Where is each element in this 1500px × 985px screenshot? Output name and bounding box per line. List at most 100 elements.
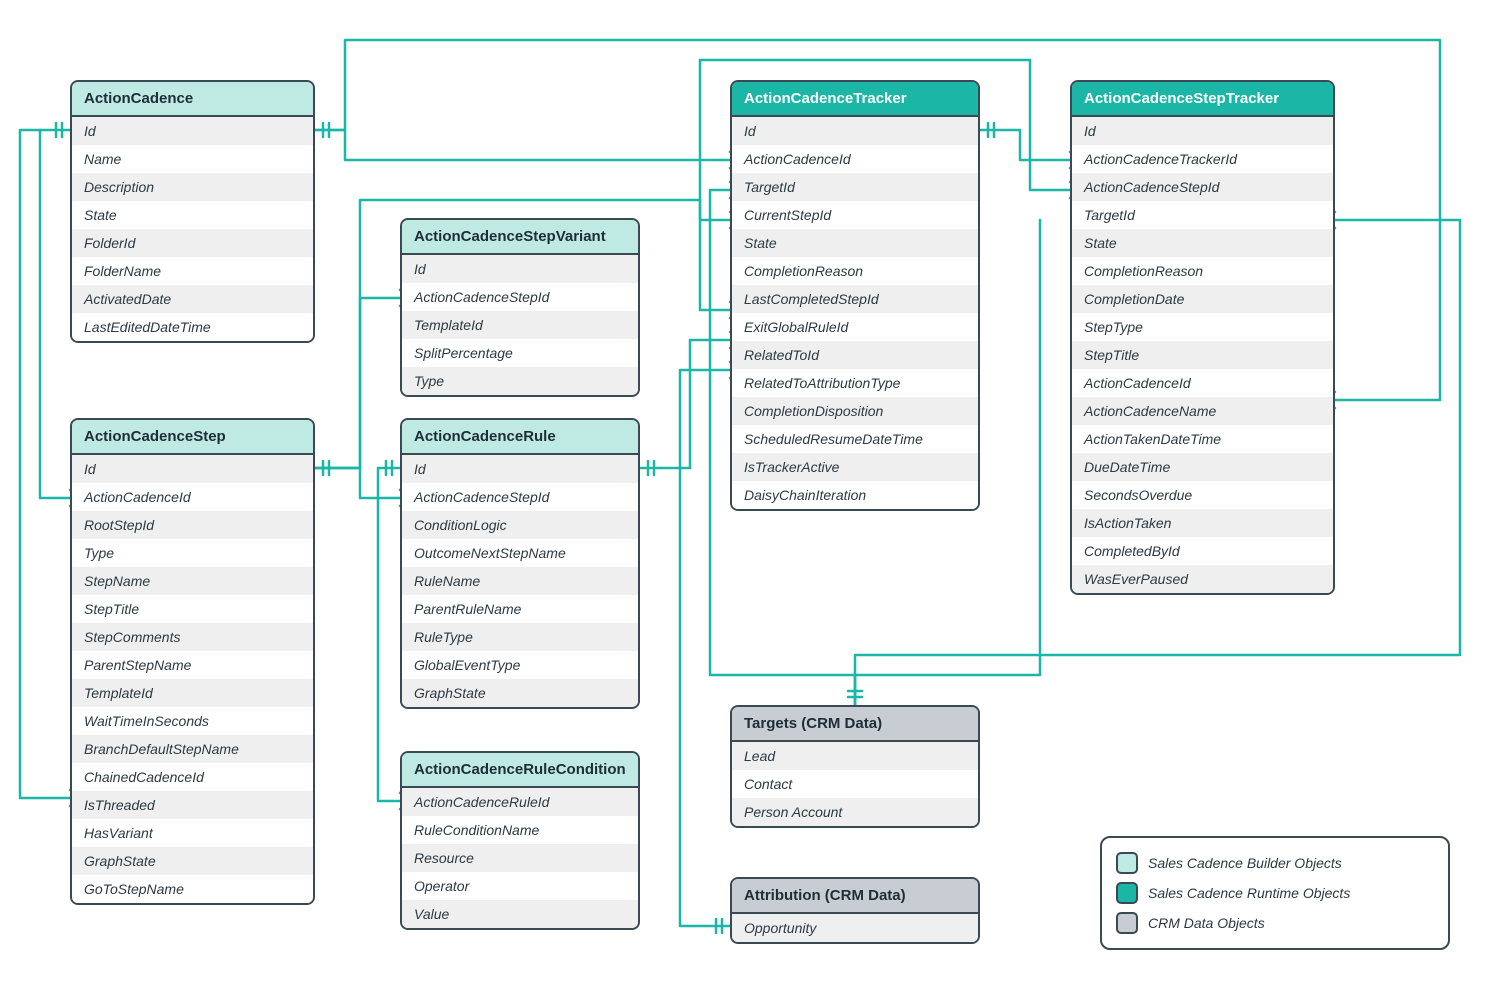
entity-field: StepTitle bbox=[1072, 341, 1333, 369]
entity-field: FolderName bbox=[72, 257, 313, 285]
entity-field: WaitTimeInSeconds bbox=[72, 707, 313, 735]
entity-field: ExitGlobalRuleId bbox=[732, 313, 978, 341]
entity-field: OutcomeNextStepName bbox=[402, 539, 638, 567]
entity-field: Opportunity bbox=[732, 914, 978, 942]
entity-field: Id bbox=[72, 455, 313, 483]
entity-field: ActionCadenceId bbox=[72, 483, 313, 511]
erd-canvas: ActionCadenceIdNameDescriptionStateFolde… bbox=[0, 0, 1500, 985]
entity-field: CompletionReason bbox=[732, 257, 978, 285]
entity-header: ActionCadenceStepTracker bbox=[1072, 82, 1333, 117]
entity-field: Resource bbox=[402, 844, 638, 872]
entity-field: TargetId bbox=[732, 173, 978, 201]
entity-field: CompletionReason bbox=[1072, 257, 1333, 285]
entity-field: Id bbox=[402, 455, 638, 483]
entity-header: ActionCadenceStep bbox=[72, 420, 313, 455]
entity-field: Value bbox=[402, 900, 638, 928]
entity-field: SecondsOverdue bbox=[1072, 481, 1333, 509]
entity-ActionCadenceStepVariant: ActionCadenceStepVariantIdActionCadenceS… bbox=[400, 218, 640, 397]
entity-field: ActionCadenceId bbox=[732, 145, 978, 173]
legend-swatch-builder bbox=[1116, 852, 1138, 874]
entity-ActionCadenceTracker: ActionCadenceTrackerIdActionCadenceIdTar… bbox=[730, 80, 980, 511]
entity-field: HasVariant bbox=[72, 819, 313, 847]
entity-Targets: Targets (CRM Data)LeadContactPerson Acco… bbox=[730, 705, 980, 828]
entity-field: CompletionDate bbox=[1072, 285, 1333, 313]
entity-field: Person Account bbox=[732, 798, 978, 826]
entity-field: StepName bbox=[72, 567, 313, 595]
entity-field: RelatedToId bbox=[732, 341, 978, 369]
entity-header: ActionCadence bbox=[72, 82, 313, 117]
entity-field: IsActionTaken bbox=[1072, 509, 1333, 537]
entity-field: WasEverPaused bbox=[1072, 565, 1333, 593]
entity-field: Id bbox=[72, 117, 313, 145]
entity-field: ActionCadenceStepId bbox=[402, 283, 638, 311]
entity-header: Attribution (CRM Data) bbox=[732, 879, 978, 914]
entity-ActionCadenceRuleCondition: ActionCadenceRuleConditionActionCadenceR… bbox=[400, 751, 640, 930]
entity-field: ScheduledResumeDateTime bbox=[732, 425, 978, 453]
legend-label: Sales Cadence Builder Objects bbox=[1148, 855, 1342, 871]
entity-field: RelatedToAttributionType bbox=[732, 369, 978, 397]
entity-field: Description bbox=[72, 173, 313, 201]
legend-label: Sales Cadence Runtime Objects bbox=[1148, 885, 1350, 901]
entity-field: Id bbox=[1072, 117, 1333, 145]
entity-field: DaisyChainIteration bbox=[732, 481, 978, 509]
legend-item-runtime: Sales Cadence Runtime Objects bbox=[1116, 878, 1434, 908]
entity-field: ActionCadenceRuleId bbox=[402, 788, 638, 816]
entity-ActionCadenceRule: ActionCadenceRuleIdActionCadenceStepIdCo… bbox=[400, 418, 640, 709]
entity-field: ActionCadenceTrackerId bbox=[1072, 145, 1333, 173]
entity-field: Name bbox=[72, 145, 313, 173]
entity-ActionCadenceStepTracker: ActionCadenceStepTrackerIdActionCadenceT… bbox=[1070, 80, 1335, 595]
legend-item-crm: CRM Data Objects bbox=[1116, 908, 1434, 938]
entity-field: TemplateId bbox=[72, 679, 313, 707]
entity-field: State bbox=[732, 229, 978, 257]
entity-field: Lead bbox=[732, 742, 978, 770]
entity-field: GraphState bbox=[72, 847, 313, 875]
entity-field: GoToStepName bbox=[72, 875, 313, 903]
legend-swatch-crm bbox=[1116, 912, 1138, 934]
entity-field: RuleType bbox=[402, 623, 638, 651]
entity-field: ActivatedDate bbox=[72, 285, 313, 313]
entity-header: Targets (CRM Data) bbox=[732, 707, 978, 742]
entity-field: TargetId bbox=[1072, 201, 1333, 229]
entity-header: ActionCadenceRule bbox=[402, 420, 638, 455]
legend-box: Sales Cadence Builder Objects Sales Cade… bbox=[1100, 836, 1450, 950]
entity-Attribution: Attribution (CRM Data)Opportunity bbox=[730, 877, 980, 944]
entity-header: ActionCadenceTracker bbox=[732, 82, 978, 117]
entity-field: GlobalEventType bbox=[402, 651, 638, 679]
entity-field: State bbox=[72, 201, 313, 229]
entity-field: IsTrackerActive bbox=[732, 453, 978, 481]
legend-label: CRM Data Objects bbox=[1148, 915, 1265, 931]
entity-field: GraphState bbox=[402, 679, 638, 707]
entity-field: Type bbox=[72, 539, 313, 567]
entity-field: ConditionLogic bbox=[402, 511, 638, 539]
entity-field: StepType bbox=[1072, 313, 1333, 341]
entity-field: ActionCadenceStepId bbox=[402, 483, 638, 511]
entity-field: RootStepId bbox=[72, 511, 313, 539]
entity-field: StepTitle bbox=[72, 595, 313, 623]
entity-field: IsThreaded bbox=[72, 791, 313, 819]
entity-field: CurrentStepId bbox=[732, 201, 978, 229]
entity-field: CompletedById bbox=[1072, 537, 1333, 565]
entity-field: BranchDefaultStepName bbox=[72, 735, 313, 763]
entity-field: LastCompletedStepId bbox=[732, 285, 978, 313]
entity-field: RuleName bbox=[402, 567, 638, 595]
entity-field: Contact bbox=[732, 770, 978, 798]
entity-field: Id bbox=[402, 255, 638, 283]
entity-field: Id bbox=[732, 117, 978, 145]
legend-swatch-runtime bbox=[1116, 882, 1138, 904]
entity-field: Type bbox=[402, 367, 638, 395]
entity-field: SplitPercentage bbox=[402, 339, 638, 367]
entity-field: Operator bbox=[402, 872, 638, 900]
legend-item-builder: Sales Cadence Builder Objects bbox=[1116, 848, 1434, 878]
entity-field: ChainedCadenceId bbox=[72, 763, 313, 791]
entity-field: State bbox=[1072, 229, 1333, 257]
entity-field: LastEditedDateTime bbox=[72, 313, 313, 341]
entity-field: TemplateId bbox=[402, 311, 638, 339]
entity-field: CompletionDisposition bbox=[732, 397, 978, 425]
entity-field: ActionCadenceName bbox=[1072, 397, 1333, 425]
entity-field: ParentRuleName bbox=[402, 595, 638, 623]
entity-header: ActionCadenceRuleCondition bbox=[402, 753, 638, 788]
entity-field: FolderId bbox=[72, 229, 313, 257]
entity-field: ParentStepName bbox=[72, 651, 313, 679]
entity-field: ActionTakenDateTime bbox=[1072, 425, 1333, 453]
entity-field: DueDateTime bbox=[1072, 453, 1333, 481]
